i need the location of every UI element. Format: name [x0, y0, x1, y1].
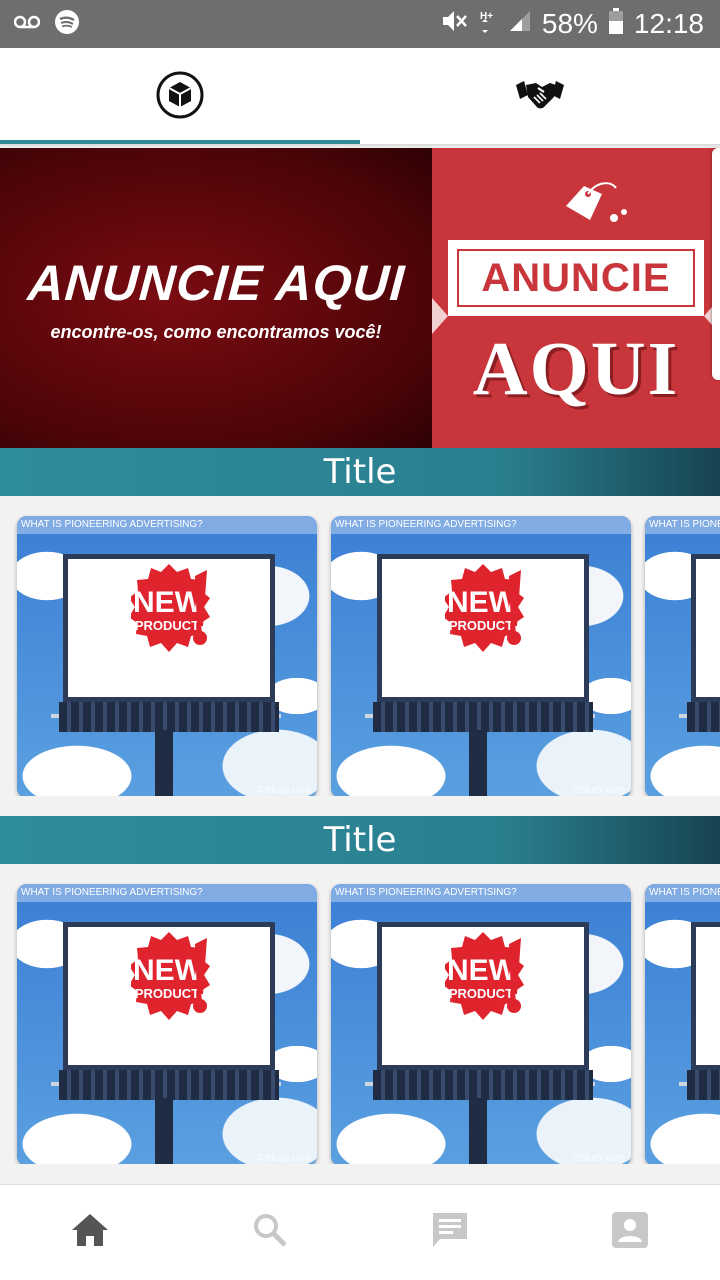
card-caption: WHAT IS PIONEERING ADVERTISING?: [645, 884, 720, 902]
profile-icon: [611, 1211, 649, 1254]
product-card[interactable]: WHAT IS PIONEERING ADVERTISING? NEWPRODUC…: [17, 516, 317, 796]
clock: 12:18: [633, 8, 704, 39]
battery-percentage: 58%: [541, 8, 598, 39]
seal-top-text: NEW: [133, 586, 204, 619]
top-tab-bar: [0, 48, 720, 146]
billboard-frame: [373, 702, 593, 732]
billboard-pole: [469, 1098, 487, 1164]
product-card[interactable]: WHAT IS PIONEERING ADVERTISING?NEWPRODUC…: [645, 884, 720, 1164]
search-icon: [252, 1212, 288, 1253]
product-card[interactable]: WHAT IS PIONEERING ADVERTISING? NEWPRODUC…: [17, 884, 317, 1164]
banner-ribbon: ANUNCIE: [448, 240, 704, 316]
billboard-frame: [687, 1070, 720, 1100]
home-icon: [70, 1212, 110, 1253]
banner-next-peek[interactable]: [712, 148, 720, 380]
card-carousel[interactable]: WHAT IS PIONEERING ADVERTISING? NEW PRODUC…: [0, 496, 720, 796]
data-icon: H+: [478, 8, 498, 41]
new-product-seal: NEW PRODUCT: [129, 932, 211, 1067]
card-caption: WHAT IS PIONEERING ADVERTISING?: [17, 516, 317, 534]
new-product-seal: NEW PRODUCT: [443, 564, 525, 699]
seal-top-text: NEW: [447, 586, 518, 619]
seal-bottom-text: PRODUCT: [449, 986, 513, 1001]
billboard: [691, 922, 720, 1070]
billboard-frame: [373, 1070, 593, 1100]
billboard-pole: [155, 730, 173, 796]
section-title-text: Title: [323, 452, 397, 492]
section-title-text: Title: [323, 820, 397, 860]
section-title: Title: [0, 448, 720, 496]
spotify-icon: [54, 9, 80, 40]
banner-headline: ANUNCIE AQUI: [25, 254, 407, 311]
card-carousel[interactable]: WHAT IS PIONEERING ADVERTISING? NEW PRODUC…: [0, 864, 720, 1164]
seal-top-text: NEW: [133, 954, 204, 987]
tab-deals[interactable]: [360, 48, 720, 146]
box-icon: [155, 70, 205, 125]
seal-top-text: NEW: [447, 954, 518, 987]
card-watermark: ©Study.com: [257, 1153, 311, 1164]
status-bar: H+ 58% 12:18: [0, 0, 720, 48]
billboard-frame: [687, 702, 720, 732]
svg-text:H+: H+: [480, 11, 493, 22]
card-caption: WHAT IS PIONEERING ADVERTISING?: [331, 884, 631, 902]
billboard-pole: [469, 730, 487, 796]
billboard-frame: [59, 702, 279, 732]
signal-icon: [508, 8, 532, 40]
ad-banner[interactable]: ANUNCIE AQUI encontre-os, como encontram…: [0, 148, 720, 448]
seal-bottom-text: PRODUCT: [135, 618, 199, 633]
card-watermark: ©Study.com: [257, 785, 311, 796]
product-card[interactable]: WHAT IS PIONEERING ADVERTISING?NEWPRODUC…: [645, 516, 720, 796]
bottom-navigation: [0, 1184, 720, 1280]
new-product-seal: NEW PRODUCT: [129, 564, 211, 699]
card-caption: WHAT IS PIONEERING ADVERTISING?: [331, 516, 631, 534]
chat-icon: [430, 1210, 470, 1255]
seal-bottom-text: PRODUCT: [135, 986, 199, 1001]
nav-search[interactable]: [180, 1185, 360, 1280]
battery-icon: [608, 7, 624, 42]
ribbon-text: ANUNCIE: [481, 255, 671, 300]
product-card[interactable]: WHAT IS PIONEERING ADVERTISING? NEWPRODUC…: [331, 884, 631, 1164]
card-watermark: ©Study.com: [571, 785, 625, 796]
nav-messages[interactable]: [360, 1185, 540, 1280]
billboard-pole: [155, 1098, 173, 1164]
card-caption: WHAT IS PIONEERING ADVERTISING?: [645, 516, 720, 534]
handshake-icon: [514, 75, 566, 120]
section-title: Title: [0, 816, 720, 864]
banner-subline: encontre-os, como encontramos você!: [50, 321, 382, 342]
nav-profile[interactable]: [540, 1185, 720, 1280]
seal-bottom-text: PRODUCT: [449, 618, 513, 633]
nav-home[interactable]: [0, 1185, 180, 1280]
new-product-seal: NEW PRODUCT: [443, 932, 525, 1067]
card-caption: WHAT IS PIONEERING ADVERTISING?: [17, 884, 317, 902]
banner-right-panel: ANUNCIE AQUI: [432, 148, 720, 448]
product-card[interactable]: WHAT IS PIONEERING ADVERTISING? NEWPRODUC…: [331, 516, 631, 796]
tab-products[interactable]: [0, 48, 360, 146]
banner-left-panel: ANUNCIE AQUI encontre-os, como encontram…: [0, 148, 432, 448]
banner-aqui-text: AQUI: [472, 327, 680, 411]
price-tag-icon: [538, 178, 686, 243]
voicemail-icon: [13, 15, 41, 34]
mute-icon: [440, 8, 468, 41]
card-watermark: ©Study.com: [571, 1153, 625, 1164]
billboard-frame: [59, 1070, 279, 1100]
billboard: [691, 554, 720, 702]
